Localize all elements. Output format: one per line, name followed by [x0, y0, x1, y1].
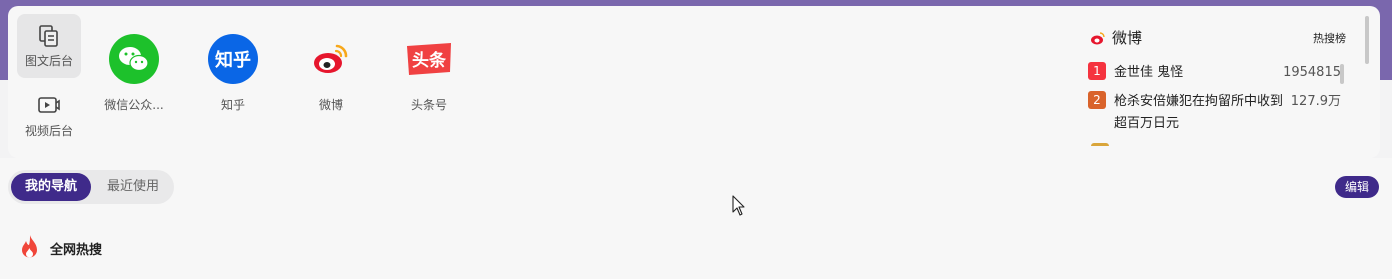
edit-button[interactable]: 编辑 — [1335, 176, 1379, 198]
toutiao-icon: 头条 — [407, 43, 451, 75]
hot-search-value: 1954815 — [1283, 65, 1341, 80]
rank-badge: 2 — [1088, 91, 1106, 109]
nav-toggle: 我的导航 最近使用 — [8, 170, 174, 204]
content-area — [0, 158, 1392, 279]
hot-search-text: 金世佳 鬼怪 — [1114, 65, 1184, 80]
sidebar-item-article-backend[interactable]: 图文后台 — [17, 14, 81, 78]
tab-recently-used[interactable]: 最近使用 — [96, 173, 170, 201]
hot-search-item[interactable]: 1 金世佳 鬼怪 1954815 — [1088, 62, 1358, 84]
section-title: 全网热搜 — [50, 243, 103, 258]
hot-search-scrollbar[interactable] — [1340, 64, 1344, 84]
document-copy-icon — [39, 25, 58, 47]
wechat-icon — [109, 34, 159, 84]
app-name: 知乎 — [220, 98, 245, 112]
hot-search-title: 微博 — [1112, 29, 1143, 47]
app-weibo[interactable]: 微博 — [285, 34, 377, 113]
hot-search-header: 微博 热搜榜 — [1088, 26, 1358, 50]
weibo-mini-icon — [1091, 32, 1105, 45]
weibo-icon — [314, 44, 348, 73]
zhihu-logo-text: 知乎 — [215, 49, 251, 71]
zhihu-icon: 知乎 — [208, 34, 258, 84]
app-name: 微信公众... — [104, 98, 164, 112]
app-name: 头条号 — [410, 98, 447, 112]
app-zhihu[interactable]: 知乎 知乎 — [187, 34, 279, 113]
hot-search-item[interactable]: 2 枪杀安倍嫌犯在拘留所中收到超百万日元 127.9万 — [1088, 91, 1358, 135]
hot-search-tab[interactable]: 热搜榜 — [1313, 30, 1346, 46]
tab-my-navigation[interactable]: 我的导航 — [11, 173, 91, 201]
hot-search-widget: 微博 热搜榜 1 金世佳 鬼怪 1954815 2 枪杀安倍嫌犯在拘留所中收到超百万… — [1088, 26, 1358, 146]
rank-badge: 1 — [1088, 62, 1106, 80]
toutiao-logo-text: 头条 — [412, 50, 447, 71]
sidebar-item-label: 视频后台 — [24, 124, 73, 138]
hot-search-value: 127.9万 — [1290, 94, 1341, 109]
video-play-icon — [38, 97, 60, 113]
app-wechat[interactable]: 微信公众... — [88, 34, 180, 113]
panel-scrollbar[interactable] — [1365, 16, 1369, 64]
rank-badge-partial — [1091, 143, 1109, 146]
sidebar-item-label: 图文后台 — [24, 54, 73, 68]
flame-icon — [22, 235, 37, 258]
mouse-cursor-icon — [732, 195, 745, 216]
sidebar-item-video-backend[interactable]: 视频后台 — [17, 84, 81, 148]
hot-search-text: 枪杀安倍嫌犯在拘留所中收到超百万日元 — [1114, 94, 1284, 131]
app-name: 微博 — [318, 98, 343, 112]
app-toutiao[interactable]: 头条 头条号 — [383, 34, 475, 113]
